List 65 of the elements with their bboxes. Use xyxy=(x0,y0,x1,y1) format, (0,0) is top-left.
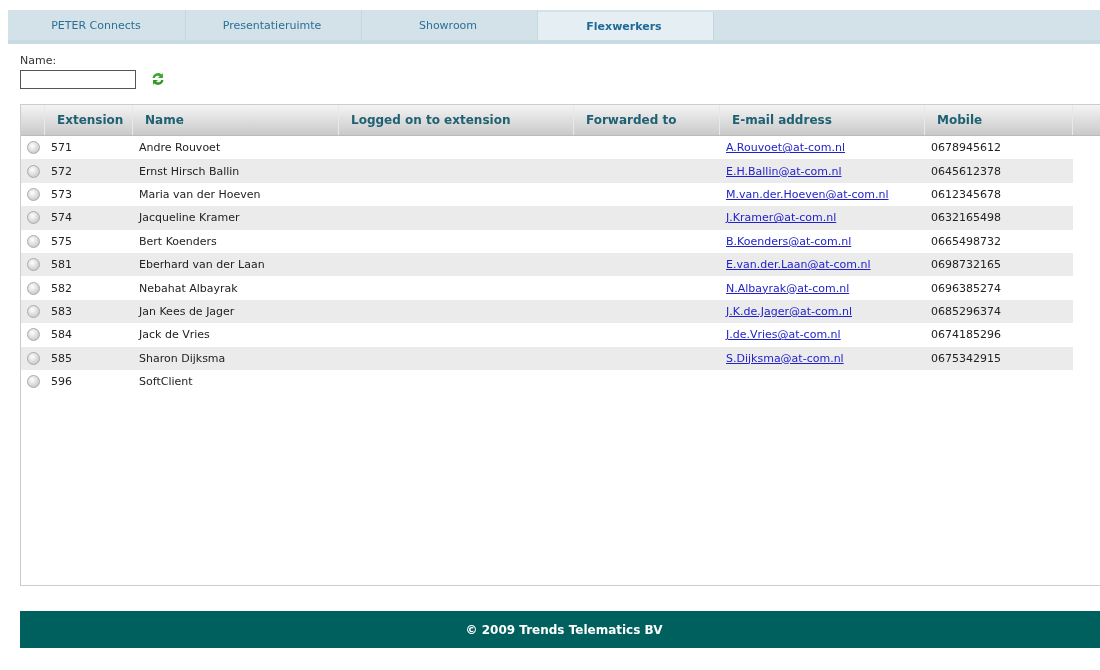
radio-button[interactable] xyxy=(26,187,40,201)
name-cell: Bert Koenders xyxy=(139,234,217,248)
mobile-cell: 0696385274 xyxy=(931,281,1001,295)
name-cell: Ernst Hirsch Ballin xyxy=(139,164,240,178)
email-link[interactable]: J.de.Vries@at-com.nl xyxy=(726,328,841,342)
email-link[interactable]: A.Rouvoet@at-com.nl xyxy=(726,141,846,155)
extension-cell: 575 xyxy=(51,234,72,248)
mobile-cell: 0674185296 xyxy=(931,328,1001,342)
column-header[interactable]: Mobile xyxy=(925,105,1073,135)
extension-cell: 581 xyxy=(51,258,72,272)
radio-button[interactable] xyxy=(26,328,40,342)
extension-cell: 584 xyxy=(51,328,72,342)
name-cell: Jack de Vries xyxy=(139,328,210,342)
name-cell: Andre Rouvoet xyxy=(139,141,221,155)
name-cell: Eberhard van der Laan xyxy=(139,258,265,272)
tab[interactable]: PETER Connects xyxy=(10,10,186,40)
extension-cell: 585 xyxy=(51,351,72,365)
name-cell: Jan Kees de Jager xyxy=(139,304,235,318)
name-cell: Sharon Dijksma xyxy=(139,351,226,365)
radio-button[interactable] xyxy=(26,234,40,248)
extension-cell: 573 xyxy=(51,187,72,201)
email-link[interactable]: S.Dijksma@at-com.nl xyxy=(726,351,844,365)
email-link[interactable]: B.Koenders@at-com.nl xyxy=(726,234,852,248)
mobile-cell: 0685296374 xyxy=(931,304,1001,318)
radio-button[interactable] xyxy=(26,258,40,272)
column-header[interactable]: Forwarded to xyxy=(574,105,720,135)
tab[interactable]: Presentatieruimte xyxy=(186,10,362,40)
mobile-cell: 0675342915 xyxy=(931,351,1001,365)
name-cell: Maria van der Hoeven xyxy=(139,187,261,201)
radio-button[interactable] xyxy=(26,351,40,365)
extension-cell: 596 xyxy=(51,375,72,389)
extension-cell: 582 xyxy=(51,281,72,295)
column-header[interactable]: E-mail address xyxy=(720,105,925,135)
mobile-cell: 0698732165 xyxy=(931,258,1001,272)
name-cell: Nebahat Albayrak xyxy=(139,281,238,295)
copyright-text: © 2009 Trends Telematics BV xyxy=(465,622,663,637)
name-label: Name: xyxy=(20,54,58,68)
column-header[interactable]: Logged on to extension xyxy=(339,105,574,135)
mobile-cell: 0665498732 xyxy=(931,234,1001,248)
column-header[interactable]: Name xyxy=(133,105,339,135)
email-link[interactable]: M.van.der.Hoeven@at-com.nl xyxy=(726,187,889,201)
email-link[interactable]: E.H.Ballin@at-com.nl xyxy=(726,164,842,178)
mobile-cell: 0645612378 xyxy=(931,164,1001,178)
name-cell: SoftClient xyxy=(139,375,193,389)
radio-button[interactable] xyxy=(26,304,40,318)
extension-cell: 572 xyxy=(51,164,72,178)
email-link[interactable]: N.Albayrak@at-com.nl xyxy=(726,281,850,295)
name-cell: Jacqueline Kramer xyxy=(139,211,240,225)
radio-button[interactable] xyxy=(26,281,40,295)
tab[interactable]: Flexwerkers xyxy=(538,12,714,40)
radio-button[interactable] xyxy=(26,375,40,389)
email-link[interactable]: E.van.der.Laan@at-com.nl xyxy=(726,258,871,272)
email-link[interactable]: J.Kramer@at-com.nl xyxy=(726,211,837,225)
mobile-cell: 0632165498 xyxy=(931,211,1001,225)
column-header[interactable]: Extension xyxy=(45,105,133,135)
extension-cell: 571 xyxy=(51,141,72,155)
radio-button[interactable] xyxy=(26,141,40,155)
extension-cell: 574 xyxy=(51,211,72,225)
radio-button[interactable] xyxy=(26,164,40,178)
mobile-cell: 0612345678 xyxy=(931,187,1001,201)
mobile-cell: 0678945612 xyxy=(931,141,1001,155)
radio-button[interactable] xyxy=(26,211,40,225)
name-field[interactable] xyxy=(20,69,136,89)
extension-cell: 583 xyxy=(51,304,72,318)
email-link[interactable]: J.K.de.Jager@at-com.nl xyxy=(726,304,852,318)
